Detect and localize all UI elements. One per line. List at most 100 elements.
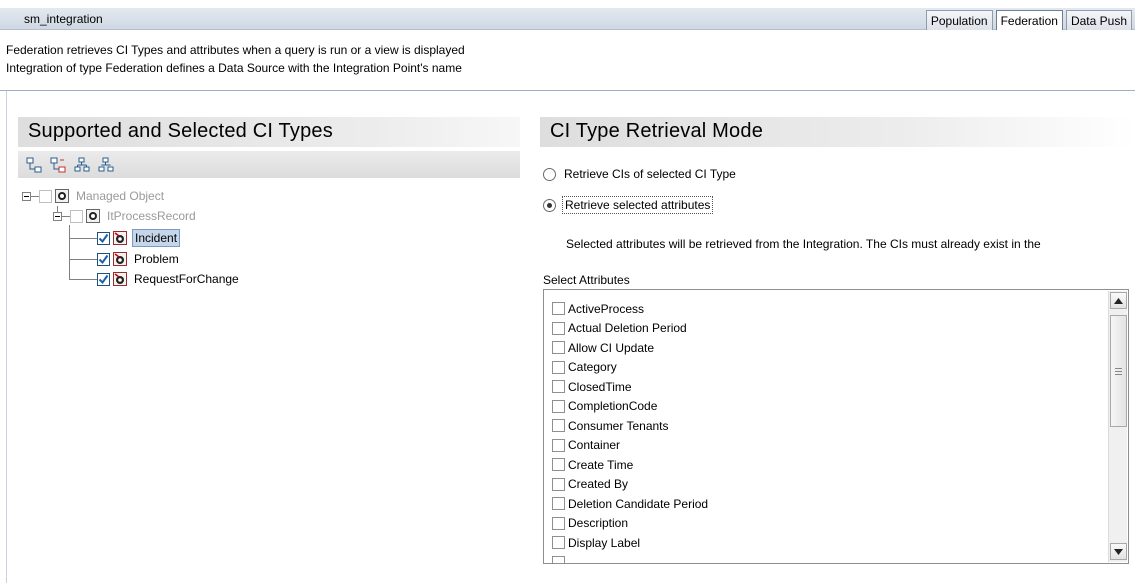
radio-retrieve-cis[interactable]: Retrieve CIs of selected CI Type <box>543 166 738 182</box>
tree-label: RequestForChange <box>134 272 239 286</box>
tree-label: Problem <box>134 252 179 266</box>
attribute-item[interactable]: Description <box>552 514 708 534</box>
grip-icon <box>1115 367 1122 375</box>
select-attributes-label: Select Attributes <box>543 273 630 287</box>
tree-node-problem[interactable]: Problem <box>69 249 181 269</box>
tree-connector <box>69 237 97 239</box>
tree-connector <box>31 195 39 197</box>
attribute-label: CompletionCode <box>568 399 658 414</box>
info-text: Selected attributes will be retrieved fr… <box>566 237 1041 251</box>
attribute-checkbox[interactable] <box>552 380 565 394</box>
attribute-label: Allow CI Update <box>568 340 655 355</box>
attribute-checkbox[interactable] <box>552 399 565 413</box>
vertical-scrollbar[interactable] <box>1108 291 1127 562</box>
tree-node-requestforchange[interactable]: RequestForChange <box>69 269 241 289</box>
arrow-down-icon <box>1114 548 1123 555</box>
attribute-label: Actual Deletion Period <box>568 321 687 336</box>
attribute-item[interactable]: ClosedTime <box>552 377 708 397</box>
collapse-toggle-icon[interactable] <box>22 191 31 201</box>
description-line-2: Integration of type Federation defines a… <box>6 61 462 75</box>
incident-type-icon <box>113 231 127 245</box>
attribute-item[interactable]: Container <box>552 436 708 456</box>
integration-name: sm_integration <box>24 12 103 26</box>
tree-connector <box>62 215 70 217</box>
scroll-down-button[interactable] <box>1110 543 1127 560</box>
attribute-checkbox[interactable] <box>552 516 565 530</box>
attribute-item[interactable]: Actual Deletion Period <box>552 319 708 339</box>
tab-bar: Population Federation Data Push <box>925 10 1132 30</box>
tree-checkbox-checked[interactable] <box>97 272 110 286</box>
attribute-item[interactable]: Display Label <box>552 533 708 553</box>
tree-label: ItProcessRecord <box>107 209 196 223</box>
ci-type-icon <box>86 209 100 223</box>
tree-checkbox[interactable] <box>39 189 52 203</box>
attribute-checkbox[interactable] <box>552 555 565 563</box>
radio-label: Retrieve CIs of selected CI Type <box>564 167 736 181</box>
tree-checkbox[interactable] <box>70 209 83 223</box>
attribute-item[interactable]: Allow CI Update <box>552 338 708 358</box>
attribute-label: Created By <box>568 477 629 492</box>
attribute-checkbox[interactable] <box>552 341 565 355</box>
attribute-item-partial[interactable] <box>552 553 708 563</box>
tree-checkbox-checked[interactable] <box>97 231 110 245</box>
tab-population[interactable]: Population <box>925 10 993 30</box>
attribute-item[interactable]: Deletion Candidate Period <box>552 494 708 514</box>
tree-connector <box>69 258 97 260</box>
attribute-item[interactable]: Category <box>552 358 708 378</box>
attribute-item[interactable]: Created By <box>552 475 708 495</box>
tab-data-push[interactable]: Data Push <box>1065 10 1132 30</box>
tree-toolbar <box>18 151 520 178</box>
attribute-label: ClosedTime <box>568 379 632 394</box>
attribute-checkbox[interactable] <box>552 419 565 433</box>
description-line-1: Federation retrieves CI Types and attrib… <box>6 43 465 57</box>
attribute-checkbox[interactable] <box>552 536 565 550</box>
attribute-label: Consumer Tenants <box>568 418 669 433</box>
attribute-item[interactable]: CompletionCode <box>552 397 708 417</box>
tree-label: Managed Object <box>76 189 165 203</box>
tab-federation[interactable]: Federation <box>995 10 1063 30</box>
attributes-items: ActiveProcess Actual Deletion Period Allow… <box>552 299 708 563</box>
attribute-checkbox[interactable] <box>552 438 565 452</box>
attribute-checkbox[interactable] <box>552 477 565 491</box>
tree-connector <box>69 278 97 280</box>
tree-node-itprocessrecord[interactable]: ItProcessRecord <box>53 206 198 226</box>
radio-button-selected[interactable] <box>543 198 556 212</box>
divider <box>0 90 1135 91</box>
expand-all-icon[interactable] <box>24 155 44 175</box>
tree-node-incident[interactable]: Incident <box>69 228 181 248</box>
attribute-item[interactable]: Create Time <box>552 455 708 475</box>
radio-label: Retrieve selected attributes <box>562 196 714 214</box>
deselect-all-icon[interactable] <box>96 155 116 175</box>
scroll-thumb[interactable] <box>1110 315 1127 427</box>
collapse-all-icon[interactable] <box>48 155 68 175</box>
problem-type-icon <box>113 252 127 266</box>
attribute-label: Category <box>568 360 617 375</box>
attribute-label: Container <box>568 438 621 453</box>
attribute-label: Deletion Candidate Period <box>568 496 709 511</box>
attribute-item[interactable]: ActiveProcess <box>552 299 708 319</box>
tree-checkbox-checked[interactable] <box>97 252 110 266</box>
tree-node-managed-object[interactable]: Managed Object <box>22 186 166 206</box>
select-all-icon[interactable] <box>72 155 92 175</box>
attributes-list[interactable]: ActiveProcess Actual Deletion Period Allow… <box>543 289 1129 564</box>
radio-button[interactable] <box>543 167 556 181</box>
attribute-checkbox[interactable] <box>552 458 565 472</box>
arrow-up-icon <box>1114 297 1123 304</box>
attribute-label: Create Time <box>568 457 634 472</box>
attribute-label: ActiveProcess <box>568 301 645 316</box>
attribute-checkbox[interactable] <box>552 497 565 511</box>
scroll-up-button[interactable] <box>1110 292 1127 309</box>
panel-edge <box>6 91 7 583</box>
tree-label: Incident <box>132 229 181 247</box>
attribute-checkbox[interactable] <box>552 302 565 316</box>
attribute-label: Description <box>568 516 629 531</box>
integration-header: sm_integration Population Federation Dat… <box>0 8 1135 30</box>
attribute-label: Display Label <box>568 535 641 550</box>
attribute-checkbox[interactable] <box>552 321 565 335</box>
ci-type-icon <box>55 189 69 203</box>
radio-retrieve-attributes[interactable]: Retrieve selected attributes <box>543 196 714 214</box>
attribute-checkbox[interactable] <box>552 360 565 374</box>
retrieval-mode-title: CI Type Retrieval Mode <box>540 117 1135 147</box>
collapse-toggle-icon[interactable] <box>53 211 62 221</box>
attribute-item[interactable]: Consumer Tenants <box>552 416 708 436</box>
